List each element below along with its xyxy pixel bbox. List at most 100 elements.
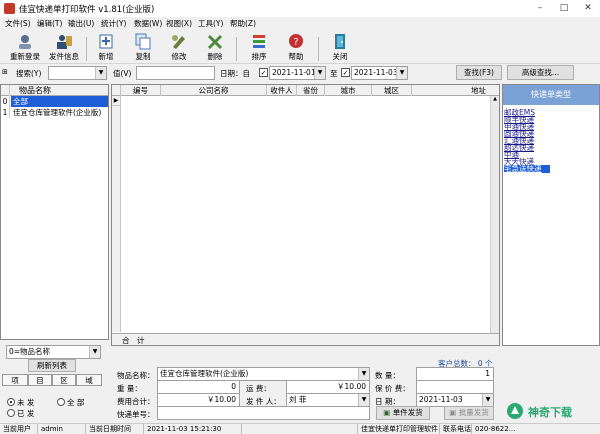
date-from-value: 2021-11-01 <box>272 68 316 77</box>
search-field-combo[interactable]: ▼ <box>48 66 107 80</box>
help-icon: ? <box>289 34 303 48</box>
col-address[interactable]: 地址 <box>412 85 490 96</box>
item-name-label: 物品名称： <box>117 371 155 380</box>
date-field-picker[interactable]: 2021-11-03 ▼ <box>416 393 494 407</box>
maximize-button[interactable]: □ <box>552 0 576 17</box>
date-to-checkbox[interactable]: ✓ <box>341 68 350 77</box>
shipping-fee-label: 运 费： <box>246 384 271 393</box>
tab-area[interactable]: 区 <box>52 374 76 386</box>
tab-item[interactable]: 项 <box>2 374 28 386</box>
add-icon <box>99 34 113 49</box>
menu-output[interactable]: 输出(U) <box>68 18 94 29</box>
item-field-value: 0=物品名称 <box>9 347 51 356</box>
copy-button[interactable]: 复制 <box>124 33 162 64</box>
date-from-checkbox[interactable]: ✓ <box>259 68 268 77</box>
sender-value: 刘 菲 <box>289 395 307 404</box>
value-input[interactable] <box>136 66 215 80</box>
col-number[interactable]: 编号 <box>121 85 161 96</box>
watermark-icon <box>507 403 523 419</box>
close-window-button[interactable]: ✕ <box>576 0 600 17</box>
toolbar-label: 帮助 <box>288 52 304 61</box>
menu-view[interactable]: 视图(X) <box>166 18 192 29</box>
express-type-item-selected[interactable]: 宅急送快递 <box>504 165 550 173</box>
grid-header: 编号 公司名称 收件人 省份 城市 城区 地址 <box>112 85 499 96</box>
shipping-fee-input[interactable]: ￥10.00 <box>286 380 370 394</box>
col-recipient[interactable]: 收件人 <box>267 85 297 96</box>
col-district[interactable]: 城区 <box>372 85 412 96</box>
chevron-down-icon: ▼ <box>95 67 106 79</box>
status-spacer <box>242 424 358 434</box>
advanced-find-button[interactable]: 高级查找... <box>507 65 574 80</box>
app-icon <box>4 3 15 14</box>
date-label: 日期：自 <box>220 69 250 78</box>
menu-edit[interactable]: 编辑(T) <box>37 18 62 29</box>
radio-unshipped[interactable] <box>7 398 15 406</box>
tracking-input[interactable] <box>157 406 370 420</box>
current-row-marker: ▶ <box>112 96 121 106</box>
toolbar-label: 新增 <box>98 52 114 61</box>
scroll-up-icon[interactable]: ▲ <box>492 97 498 102</box>
row-label: 佳宜仓库管理软件(企业版) <box>13 108 102 117</box>
close-app-button[interactable]: 关闭 <box>321 33 359 64</box>
sender-combo[interactable]: 刘 菲 ▼ <box>286 393 370 407</box>
shipment-grid: 编号 公司名称 收件人 省份 城市 城区 地址 ▶ ▲ 合 计 <box>111 84 500 346</box>
batch-ship-button[interactable]: ▣ 批量发货 <box>444 406 494 420</box>
help-button[interactable]: ? 帮助 <box>277 33 315 64</box>
row-header-column <box>112 106 121 332</box>
find-button[interactable]: 查找(F3) <box>456 65 502 80</box>
total-input[interactable]: ￥10.00 <box>157 393 240 407</box>
delete-button[interactable]: 删除 <box>196 33 234 64</box>
tab-area-2[interactable]: 域 <box>76 374 102 386</box>
date-to-value: 2021-11-03 <box>354 68 398 77</box>
col-company[interactable]: 公司名称 <box>161 85 267 96</box>
radio-shipped[interactable] <box>7 409 15 417</box>
grid-icon: ⊞ <box>2 68 8 76</box>
sender-info-button[interactable]: 发件信息 <box>45 33 83 64</box>
col-province[interactable]: 省份 <box>297 85 325 96</box>
date-to-picker[interactable]: 2021-11-03 ▼ <box>351 66 408 80</box>
tab-item-2[interactable]: 目 <box>28 374 52 386</box>
chevron-down-icon: ▼ <box>396 67 407 79</box>
radio-unshipped-label: 未 发 <box>17 398 35 407</box>
delete-icon <box>207 34 223 50</box>
status-time: 2021-11-03 15:21:30 <box>144 424 242 434</box>
status-contact-label: 联系电话 <box>440 424 472 434</box>
menu-stats[interactable]: 统计(Y) <box>101 18 126 29</box>
window-title: 佳宜快递单打印软件 v1.81(企业版) <box>19 5 155 15</box>
insure-fee-label: 保 价 费： <box>375 384 410 393</box>
edit-button[interactable]: 修改 <box>160 33 198 64</box>
quantity-label: 数 量： <box>375 371 400 380</box>
menu-data[interactable]: 数据(W) <box>134 18 162 29</box>
toolbar-label: 关闭 <box>332 52 348 61</box>
express-type-panel: 快递单类型 邮政EMS 顺丰快递 申通快递 圆通快递 汇通快递 韵达快递 中通 … <box>502 84 600 346</box>
svg-text:?: ? <box>293 37 298 48</box>
item-name-combo[interactable]: 佳宜仓库管理软件(企业版) ▼ <box>157 367 370 381</box>
status-bar: 当前用户 admin 当前日期时间 2021-11-03 15:21:30 佳宜… <box>0 423 600 434</box>
chevron-down-icon: ▼ <box>314 67 325 79</box>
menu-help[interactable]: 帮助(Z) <box>230 18 256 29</box>
add-button[interactable]: 新增 <box>87 33 125 64</box>
search-label: 搜索(Y) <box>16 69 42 78</box>
list-item[interactable]: 1 佳宜仓库管理软件(企业版) <box>1 107 108 118</box>
radio-shipped-label: 已 发 <box>17 409 35 418</box>
date-from-picker[interactable]: 2021-11-01 ▼ <box>269 66 326 80</box>
relogin-button[interactable]: 重新登录 <box>6 33 44 64</box>
quantity-input[interactable]: 1 <box>416 367 494 381</box>
close-app-icon <box>335 34 345 49</box>
menu-file[interactable]: 文件(S) <box>5 18 31 29</box>
minimize-button[interactable]: – <box>528 0 552 17</box>
weight-input[interactable]: 0 <box>157 380 240 394</box>
radio-all[interactable] <box>57 398 65 406</box>
refresh-list-button[interactable]: 刷新列表 <box>28 359 76 372</box>
list-item[interactable]: 0 全部 <box>1 96 108 107</box>
insure-fee-input[interactable] <box>416 380 494 394</box>
menu-tools[interactable]: 工具(Y) <box>198 18 223 29</box>
sort-button[interactable]: 排序 <box>240 33 278 64</box>
item-field-combo[interactable]: 0=物品名称 ▼ <box>6 345 101 359</box>
col-city[interactable]: 城市 <box>325 85 372 96</box>
single-ship-label: 单件发货 <box>392 408 423 417</box>
single-ship-button[interactable]: ▣ 单件发货 <box>376 406 430 420</box>
toolbar-separator <box>236 37 237 61</box>
grid-footer: 合 计 <box>112 333 499 345</box>
vertical-scrollbar[interactable]: ▲ <box>490 96 499 334</box>
